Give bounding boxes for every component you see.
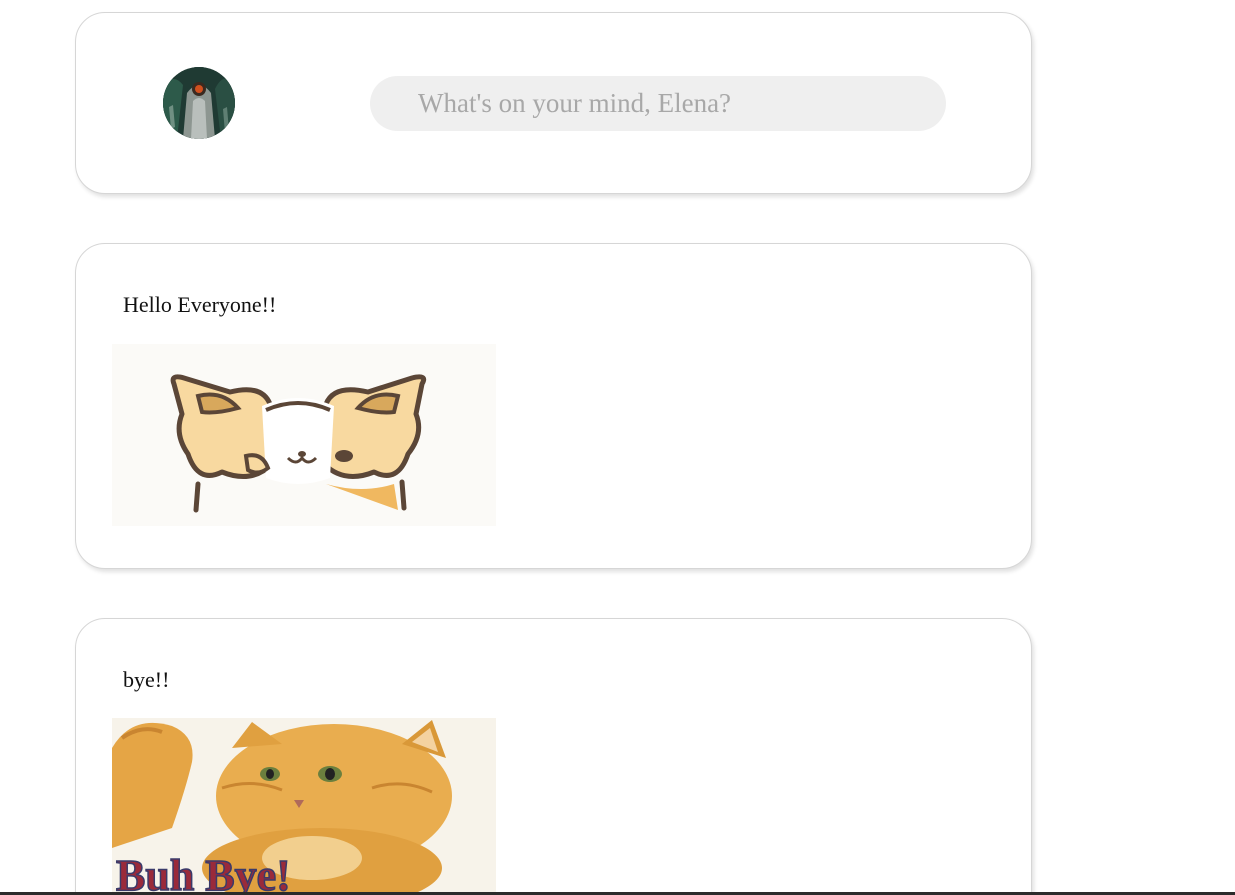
user-avatar-icon	[163, 67, 235, 139]
post-text: Hello Everyone!!	[123, 292, 277, 317]
user-avatar[interactable]	[163, 67, 235, 139]
post-text: bye!!	[123, 667, 170, 692]
corgi-gif-image	[112, 344, 496, 526]
post-card: bye!! Buh Bye!	[75, 618, 1032, 895]
kitten-gif-image: Buh Bye!	[112, 718, 496, 895]
status-input[interactable]	[370, 76, 946, 131]
post-composer-card	[75, 12, 1032, 194]
feed: Hello Everyone!!	[0, 0, 1235, 895]
gif-caption: Buh Bye!	[116, 851, 291, 895]
post-card: Hello Everyone!!	[75, 243, 1032, 569]
